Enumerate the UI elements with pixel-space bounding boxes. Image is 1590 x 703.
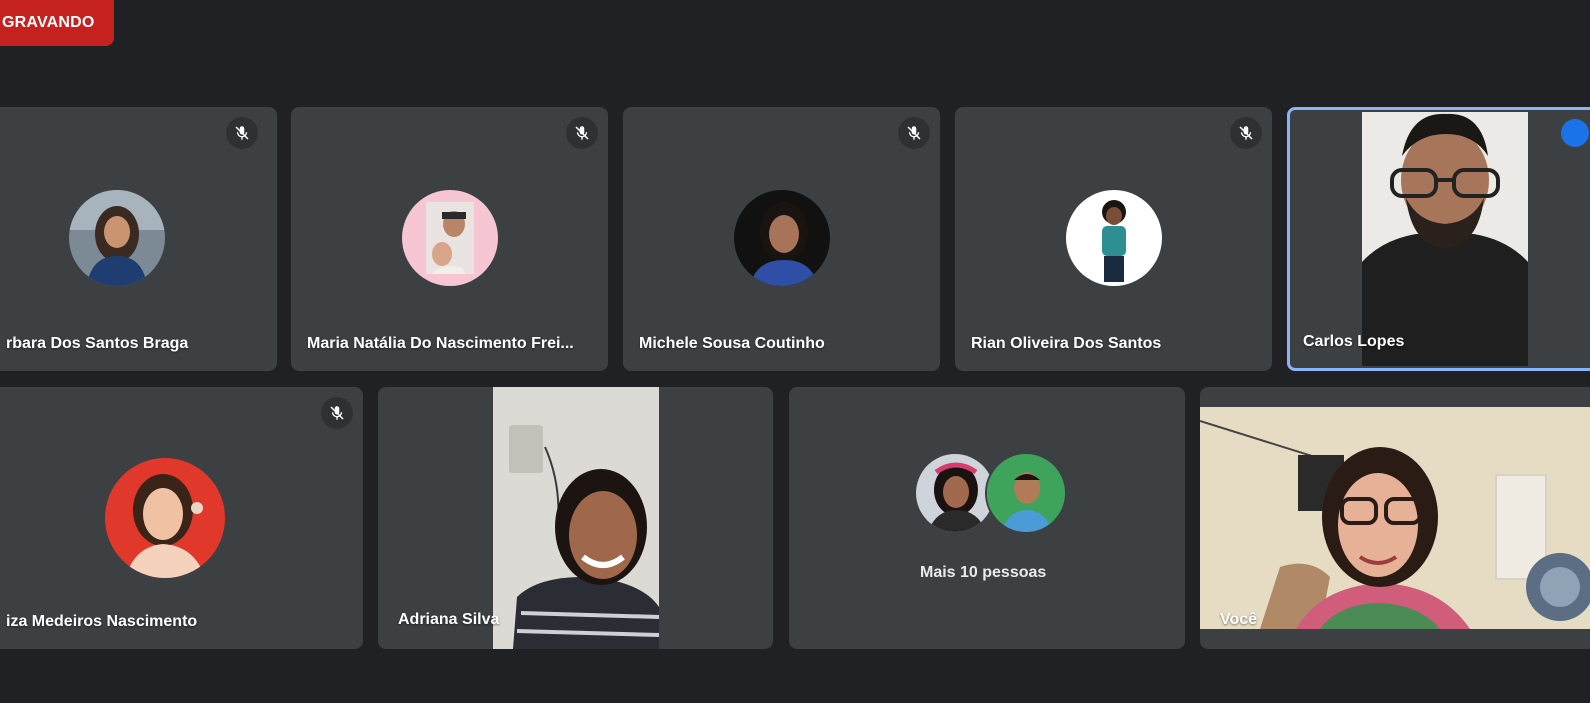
participant-tile[interactable]: iza Medeiros Nascimento	[0, 387, 363, 649]
participant-name: rbara Dos Santos Braga	[6, 335, 189, 352]
recording-label: GRAVANDO	[2, 14, 95, 31]
mic-off-icon	[566, 117, 598, 149]
participant-tile[interactable]: Rian Oliveira Dos Santos	[955, 107, 1272, 371]
participant-avatar	[105, 458, 225, 578]
participant-name: Você	[1220, 611, 1258, 628]
participant-tile-active-speaker[interactable]: Carlos Lopes	[1287, 107, 1590, 371]
participant-video	[1362, 112, 1528, 366]
self-tile[interactable]: Você	[1200, 387, 1590, 649]
more-participants-label: Mais 10 pessoas	[920, 564, 1047, 581]
participant-avatar	[914, 452, 996, 534]
participant-avatar	[69, 190, 165, 286]
participant-tile[interactable]: Adriana Silva	[378, 387, 773, 649]
participant-name: iza Medeiros Nascimento	[6, 613, 198, 630]
recording-badge: GRAVANDO	[0, 0, 114, 46]
self-video	[1200, 407, 1590, 629]
pin-icon[interactable]	[1561, 119, 1589, 147]
participant-name: Adriana Silva	[398, 611, 500, 628]
mic-off-icon	[226, 117, 258, 149]
participant-name: Michele Sousa Coutinho	[639, 335, 825, 352]
meeting-grid: GRAVANDO rbara Dos Santos Braga Maria Na…	[0, 0, 1590, 703]
participant-tile[interactable]: rbara Dos Santos Braga	[0, 107, 277, 371]
participant-avatar	[734, 190, 830, 286]
participant-name: Carlos Lopes	[1303, 333, 1405, 350]
more-participants-tile[interactable]: Mais 10 pessoas	[789, 387, 1185, 649]
participant-avatar	[402, 190, 498, 286]
participant-name: Rian Oliveira Dos Santos	[971, 335, 1162, 352]
participant-video	[493, 387, 659, 649]
participant-tile[interactable]: Michele Sousa Coutinho	[623, 107, 940, 371]
participant-avatar	[985, 452, 1067, 534]
participant-name: Maria Natália Do Nascimento Frei...	[307, 335, 574, 352]
participant-tile[interactable]: Maria Natália Do Nascimento Frei...	[291, 107, 608, 371]
mic-off-icon	[1230, 117, 1262, 149]
mic-off-icon	[898, 117, 930, 149]
participant-avatar	[1066, 190, 1162, 286]
mic-off-icon	[321, 397, 353, 429]
